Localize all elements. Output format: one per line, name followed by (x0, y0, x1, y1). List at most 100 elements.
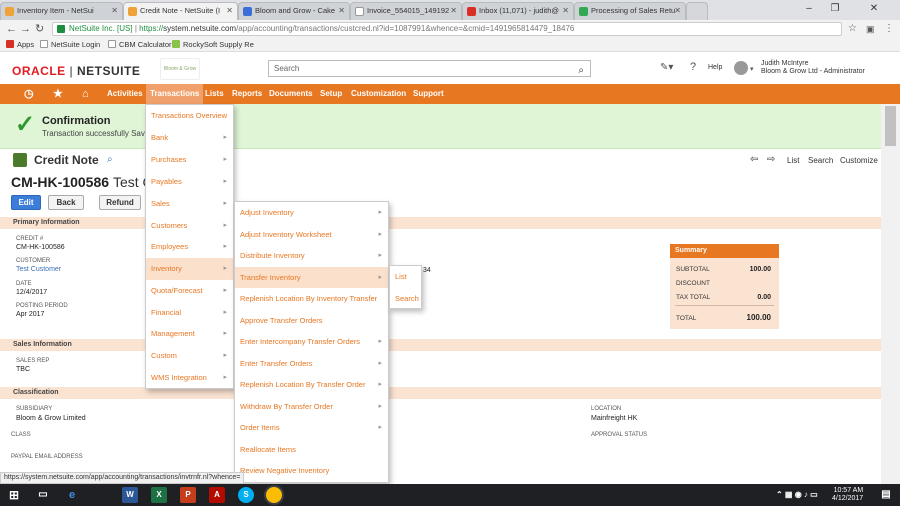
list-link[interactable]: List (787, 156, 799, 165)
skype-icon[interactable]: S (238, 487, 254, 503)
menu-item-adjust-inventory-worksheet[interactable]: Adjust Inventory Worksheet ▸ (235, 224, 388, 246)
browser-tab-invoice[interactable]: Invoice_554015_149192 ✕ (350, 2, 462, 20)
menu-item-financial[interactable]: Financial ▸ (146, 302, 233, 324)
extension-icon[interactable]: ▣ (866, 22, 875, 36)
close-tab-icon[interactable]: ✕ (562, 3, 569, 19)
bookmark-cbm-calculator[interactable]: CBM Calculator (108, 38, 172, 51)
browser-tab-bloom-and-grow[interactable]: Bloom and Grow - Cake ✕ (238, 2, 350, 20)
bookmark-star-icon[interactable]: ☆ (848, 22, 857, 36)
menu-item-custom[interactable]: Custom ▸ (146, 345, 233, 367)
reload-icon[interactable]: ↻ (35, 22, 44, 36)
oracle-netsuite-logo[interactable]: ORACLE | NETSUITE (12, 64, 140, 78)
bookmark-apps[interactable]: Apps (6, 38, 34, 51)
nav-support[interactable]: Support (413, 84, 444, 104)
taskbar-clock[interactable]: 10:57 AM 4/12/2017 (832, 487, 863, 503)
menu-item-review-negative-inventory[interactable]: Review Negative Inventory (235, 460, 388, 482)
menu-item-transfer-inventory[interactable]: Transfer Inventory ▸ (235, 266, 388, 288)
maximize-window-icon[interactable]: ❐ (822, 0, 848, 18)
new-tab-button[interactable] (686, 2, 708, 20)
close-tab-icon[interactable]: ✕ (226, 3, 233, 19)
menu-item-search[interactable]: Search (390, 288, 421, 310)
bookmark-netsuite-login[interactable]: NetSuite Login (40, 38, 100, 51)
menu-item-customers[interactable]: Customers ▸ (146, 215, 233, 237)
nav-documents[interactable]: Documents (269, 84, 313, 104)
browser-tab-inventory-item[interactable]: Inventory Item - NetSui ✕ (0, 2, 123, 20)
menu-item-reallocate-items[interactable]: Reallocate Items (235, 439, 388, 461)
menu-item-quota-forecast[interactable]: Quota/Forecast ▸ (146, 280, 233, 302)
search-icon[interactable]: ⌕ (578, 63, 584, 78)
menu-item-replenish-by-transfer-order[interactable]: Replenish Location By Transfer Order ▸ (235, 374, 388, 396)
menu-item-transactions-overview[interactable]: Transactions Overview (146, 105, 233, 127)
menu-item-management[interactable]: Management ▸ (146, 323, 233, 345)
acrobat-icon[interactable]: A (209, 487, 225, 503)
customize-link[interactable]: Customize (840, 156, 878, 165)
next-record-arrow-icon[interactable]: ⇨ (767, 154, 775, 165)
close-tab-icon[interactable]: ✕ (111, 3, 118, 19)
nav-activities[interactable]: Activities (107, 84, 143, 104)
user-menu[interactable]: Judith McIntyre Bloom & Grow Ltd - Admin… (761, 60, 865, 76)
close-tab-icon[interactable]: ✕ (338, 3, 345, 19)
global-search-input[interactable]: Search ⌕ (268, 60, 591, 77)
menu-item-adjust-inventory[interactable]: Adjust Inventory ▸ (235, 202, 388, 224)
home-icon[interactable]: ⌂ (82, 84, 89, 104)
menu-item-purchases[interactable]: Purchases ▸ (146, 149, 233, 171)
task-view-icon[interactable]: ▭ (35, 487, 51, 503)
close-tab-icon[interactable]: ✕ (674, 3, 681, 19)
nav-lists[interactable]: Lists (205, 84, 224, 104)
notifications-icon[interactable]: ▤ (878, 487, 894, 503)
minimize-window-icon[interactable]: – (796, 0, 822, 18)
powerpoint-icon[interactable]: P (180, 487, 196, 503)
menu-item-sales[interactable]: Sales ▸ (146, 193, 233, 215)
avatar[interactable] (734, 61, 748, 75)
windows-start-icon[interactable]: ⊞ (6, 487, 22, 503)
menu-item-withdraw-by-transfer-order[interactable]: Withdraw By Transfer Order ▸ (235, 396, 388, 418)
menu-item-enter-intercompany-transfer-orders[interactable]: Enter Intercompany Transfer Orders ▸ (235, 331, 388, 353)
menu-item-payables[interactable]: Payables ▸ (146, 171, 233, 193)
search-icon[interactable]: ⌕ (107, 154, 113, 165)
apps-grid-icon (6, 40, 14, 48)
close-window-icon[interactable]: ✕ (848, 0, 900, 18)
search-link[interactable]: Search (808, 156, 833, 165)
recent-records-icon[interactable]: ✎▾ (660, 62, 673, 73)
edit-button[interactable]: Edit (11, 195, 41, 210)
chrome-icon[interactable] (266, 487, 282, 503)
nav-setup[interactable]: Setup (320, 84, 342, 104)
favorites-star-icon[interactable]: ★ (53, 84, 63, 104)
word-icon[interactable]: W (122, 487, 138, 503)
browser-tab-processing-sales-returns[interactable]: Processing of Sales Retu ✕ (574, 2, 686, 20)
chevron-down-icon[interactable]: ▾ (750, 65, 754, 73)
menu-item-bank[interactable]: Bank ▸ (146, 127, 233, 149)
menu-item-list[interactable]: List (390, 266, 421, 288)
browser-tab-credit-note[interactable]: Credit Note - NetSuite (I ✕ (123, 2, 238, 20)
back-arrow-icon[interactable]: ← (6, 22, 17, 36)
menu-item-approve-transfer-orders[interactable]: Approve Transfer Orders (235, 310, 388, 332)
bookmark-rockysoft[interactable]: RockySoft Supply Re (172, 38, 254, 51)
refund-button[interactable]: Refund (99, 195, 141, 210)
scrollbar-thumb[interactable] (885, 106, 896, 146)
page-scrollbar[interactable] (881, 104, 900, 484)
menu-item-employees[interactable]: Employees ▸ (146, 236, 233, 258)
back-button[interactable]: Back (48, 195, 84, 210)
url-input[interactable]: NetSuite Inc. [US] | https://system.nets… (52, 22, 842, 36)
previous-record-arrow-icon[interactable]: ⇦ (750, 154, 758, 165)
system-tray-icons[interactable]: ⌃ ▦ ◉ ♪ ▭ (776, 487, 826, 503)
help-icon[interactable]: ? (690, 61, 696, 73)
nav-customization[interactable]: Customization (351, 84, 406, 104)
close-tab-icon[interactable]: ✕ (450, 3, 457, 19)
menu-item-wms-integration[interactable]: WMS Integration ▸ (146, 367, 233, 389)
menu-item-inventory[interactable]: Inventory ▸ (146, 258, 233, 280)
browser-tab-inbox[interactable]: Inbox (11,071) - judith@ ✕ (462, 2, 574, 20)
menu-item-distribute-inventory[interactable]: Distribute Inventory ▸ (235, 245, 388, 267)
menu-kebab-icon[interactable]: ⋮ (884, 22, 894, 36)
nav-reports[interactable]: Reports (232, 84, 262, 104)
customer-link[interactable]: Test Customer (16, 266, 61, 273)
menu-item-enter-transfer-orders[interactable]: Enter Transfer Orders ▸ (235, 353, 388, 375)
recent-clock-icon[interactable]: ◷ (24, 84, 34, 104)
menu-item-replenish-by-inventory-transfer[interactable]: Replenish Location By Inventory Transfer (235, 288, 388, 310)
forward-arrow-icon[interactable]: → (20, 22, 31, 36)
help-link[interactable]: Help (708, 64, 722, 71)
nav-transactions[interactable]: Transactions (146, 84, 204, 104)
menu-item-order-items[interactable]: Order Items ▸ (235, 417, 388, 439)
excel-icon[interactable]: X (151, 487, 167, 503)
edge-icon[interactable]: e (64, 487, 80, 503)
